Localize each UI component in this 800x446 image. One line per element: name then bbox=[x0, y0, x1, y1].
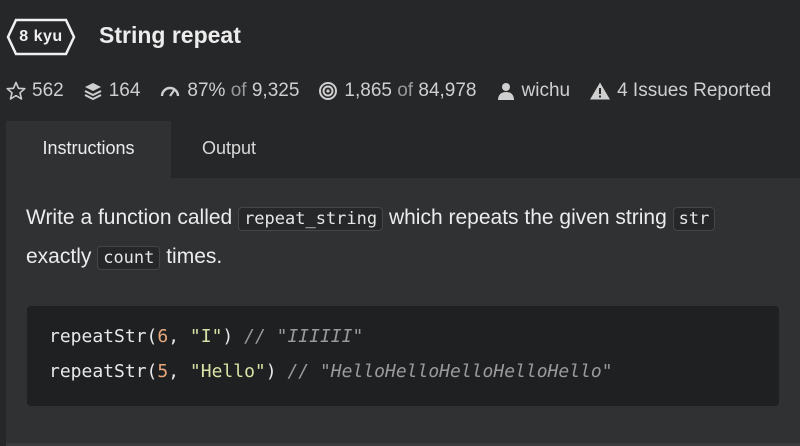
rank-label: 8 kyu bbox=[19, 28, 63, 45]
completed-of: of bbox=[397, 80, 414, 101]
code-string: "I" bbox=[189, 326, 223, 347]
satisfaction-votes: 9,325 bbox=[251, 80, 300, 101]
satisfaction-rate: 87% bbox=[187, 80, 226, 101]
completed-total: 84,978 bbox=[418, 80, 477, 101]
code-number: 6 bbox=[157, 326, 169, 347]
tab-output[interactable]: Output bbox=[202, 121, 256, 178]
completed-stat: 1,865 of 84,978 bbox=[318, 80, 477, 102]
rank-badge: 8 kyu bbox=[6, 18, 76, 56]
code-fn: repeatStr( bbox=[49, 361, 158, 382]
issues-stat[interactable]: 4 Issues Reported bbox=[589, 80, 771, 102]
stars-stat[interactable]: 562 bbox=[6, 80, 64, 102]
code-close: ) bbox=[265, 361, 288, 382]
description-text: Write a function called bbox=[26, 206, 239, 229]
completed-count: 1,865 bbox=[344, 80, 392, 101]
description-text: exactly bbox=[26, 245, 98, 268]
code-sep: , bbox=[168, 361, 190, 382]
code-sep: , bbox=[168, 326, 190, 347]
star-icon bbox=[6, 81, 26, 100]
code-line-2: repeatStr(5, "Hello") // "HelloHelloHell… bbox=[49, 361, 613, 382]
code-comment: // "IIIIII" bbox=[244, 326, 364, 347]
param-count-code: count bbox=[97, 246, 161, 270]
target-icon bbox=[319, 82, 338, 100]
code-string: "Hello" bbox=[189, 361, 266, 382]
code-number: 5 bbox=[157, 361, 169, 382]
tab-instructions[interactable]: Instructions bbox=[6, 121, 171, 178]
issues-label[interactable]: 4 Issues Reported bbox=[617, 80, 771, 102]
author-name[interactable]: wichu bbox=[522, 80, 571, 102]
example-code-block: repeatStr(6, "I") // "IIIIII" repeatStr(… bbox=[27, 306, 779, 406]
code-comment: // "HelloHelloHelloHelloHello" bbox=[287, 361, 613, 382]
layers-icon bbox=[84, 83, 102, 101]
satisfaction-stat: 87% of 9,325 bbox=[159, 80, 299, 102]
stars-count: 562 bbox=[32, 80, 64, 101]
code-line-1: repeatStr(6, "I") // "IIIIII" bbox=[49, 326, 363, 347]
code-close: ) bbox=[222, 326, 245, 347]
description-text: which repeats the given string bbox=[383, 206, 673, 229]
instructions-panel: Instructions Output Write a function cal… bbox=[6, 121, 800, 446]
tab-bar: Instructions Output bbox=[6, 121, 800, 178]
collections-stat[interactable]: 164 bbox=[83, 80, 141, 102]
description-text: times. bbox=[160, 245, 223, 268]
function-name-code: repeat_string bbox=[238, 207, 384, 231]
user-icon bbox=[497, 83, 514, 100]
kata-description: Write a function called repeat_string wh… bbox=[26, 199, 786, 277]
satisfaction-of: of bbox=[230, 80, 247, 101]
gauge-icon bbox=[161, 86, 180, 97]
param-str-code: str bbox=[672, 207, 716, 231]
stats-bar: 562 164 87% of 9,325 1,865 of 84,978 wic… bbox=[6, 78, 771, 104]
author-stat[interactable]: wichu bbox=[496, 80, 571, 102]
collections-count: 164 bbox=[108, 80, 141, 101]
code-fn: repeatStr( bbox=[49, 326, 158, 347]
warning-icon bbox=[590, 82, 611, 100]
kata-title: String repeat bbox=[99, 22, 241, 48]
